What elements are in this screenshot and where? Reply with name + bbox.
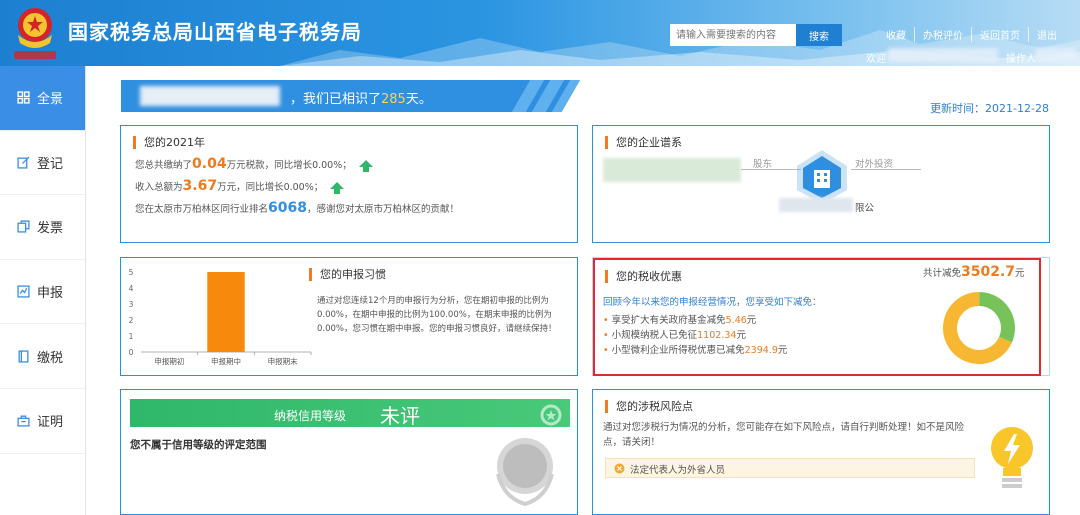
x-tick-label: 申报期初	[154, 356, 184, 366]
sidebar-item-label: 证明	[37, 415, 64, 431]
credit-label: 纳税信用等级	[274, 409, 347, 423]
site-title: 国家税务总局山西省电子税务局	[68, 20, 362, 44]
tax-paid-value: 0.04	[192, 156, 227, 172]
highlight-box	[593, 258, 1041, 376]
tax-paid-line: 您总共缴纳了0.04万元税款，同比增长0.00%；	[135, 156, 373, 172]
sidebar-item-certificate[interactable]: 证明	[0, 389, 85, 454]
y-tick-label: 2	[129, 316, 134, 325]
ranking-line: 您在太原市万柏林区同行业排名6068，感谢您对太原市万柏林区的贡献！	[135, 200, 459, 216]
redacted-operator	[1036, 48, 1076, 62]
search-input[interactable]	[670, 24, 796, 46]
banner-prefix: ，我们已相识了	[290, 92, 382, 107]
risk-point-card: 您的涉税风险点 通过对您涉税行为情况的分析，您可能存在如下风险点，请自行判断处理…	[592, 389, 1050, 515]
year-summary-card: 您的2021年 您总共缴纳了0.04万元税款，同比增长0.00%； 收入总额为3…	[120, 125, 578, 243]
up-arrow-icon	[358, 159, 373, 172]
sidebar-item-declare[interactable]: 申报	[0, 260, 85, 325]
home-link[interactable]: 返回首页	[971, 27, 1028, 42]
risk-item-text: 法定代表人为外省人员	[630, 465, 726, 476]
text: 万元税款，同比增长0.00%；	[226, 160, 352, 171]
company-suffix: 限公	[855, 203, 875, 214]
y-tick-label: 0	[129, 348, 134, 357]
risk-text-line: 通过对您涉税行为情况的分析，您可能存在如下风险点，请自行判断处理！如不是风险	[603, 422, 965, 433]
sidebar: 全景 登记 发票 申报 缴税 证明	[0, 66, 86, 515]
declare-habit-text: 通过对您连续12个月的申报行为分析，您在期初申报的比例为 0.00%，在期中申报…	[317, 294, 557, 336]
up-arrow-icon	[330, 181, 345, 194]
sidebar-item-label: 登记	[37, 156, 64, 172]
redacted-shareholder	[603, 158, 741, 182]
credit-rating-bar: 纳税信用等级 未评	[130, 399, 570, 428]
search-button[interactable]: 搜索	[796, 24, 842, 46]
sidebar-item-overview[interactable]: 全景	[0, 66, 85, 131]
sidebar-item-label: 全景	[37, 92, 64, 108]
credit-note: 您不属于信用等级的评定范围	[130, 439, 267, 451]
redacted-company-name	[779, 198, 853, 212]
declare-habit-line: 0.00%，在期中申报的比例为100.00%，在期末申报的比例为	[317, 310, 552, 320]
certificate-icon	[17, 415, 30, 427]
ranking-value: 6068	[268, 200, 307, 216]
edit-icon	[17, 156, 30, 169]
income-value: 3.67	[182, 178, 218, 194]
investment-label: 对外投资	[855, 159, 894, 170]
declare-habit-card: 0 1 2 3 4 5 申报期初 申报期中 申报期末 您的申报习惯 通过对您连续12个月的申报行…	[120, 257, 578, 376]
redacted-username	[888, 48, 998, 62]
operator-label: 操作人	[1006, 54, 1036, 65]
silver-medal-icon	[496, 438, 554, 507]
card-title: 您的2021年	[133, 136, 205, 149]
bar	[207, 272, 245, 352]
risk-text: 通过对您涉税行为情况的分析，您可能存在如下风险点，请自行判断处理！如不是风险 点…	[603, 420, 964, 450]
sidebar-item-label: 缴税	[37, 350, 64, 366]
x-tick-label: 申报期末	[268, 356, 298, 366]
declare-habit-line: 通过对您连续12个月的申报行为分析，您在期初申报的比例为	[317, 296, 549, 306]
lightbulb-icon	[991, 427, 1033, 488]
text: ，感谢您对太原市万柏林区的贡献！	[306, 204, 459, 215]
copy-icon	[17, 220, 30, 234]
text: 收入总额为	[135, 182, 183, 193]
grid-icon	[17, 91, 30, 104]
book-icon	[18, 350, 29, 363]
y-tick-label: 4	[129, 284, 134, 293]
credit-value: 未评	[380, 404, 420, 428]
text: 万元，同比增长0.00%；	[217, 182, 324, 193]
chart-line-icon	[17, 285, 30, 298]
close-circle-icon[interactable]	[614, 463, 625, 474]
income-line: 收入总额为3.67万元，同比增长0.00%；	[135, 178, 345, 194]
main-content: ，我们已相识了285天。 更新时间：2021-12-28 您的2021年 您总共…	[86, 66, 1080, 515]
sidebar-item-invoice[interactable]: 发票	[0, 195, 85, 260]
evaluate-link[interactable]: 办税评价	[914, 27, 971, 42]
sidebar-item-pay-tax[interactable]: 缴税	[0, 324, 85, 389]
top-links: 收藏 办税评价 返回首页 退出	[878, 27, 1065, 42]
national-tax-emblem-icon	[14, 8, 56, 59]
card-title: 您的涉税风险点	[605, 400, 693, 413]
y-tick-label: 5	[129, 268, 134, 277]
logout-link[interactable]: 退出	[1028, 27, 1065, 42]
banner-suffix: 天。	[405, 92, 432, 107]
text: 您总共缴纳了	[135, 160, 193, 171]
sidebar-item-label: 申报	[37, 286, 64, 302]
banner-text: ，我们已相识了285天。	[290, 88, 432, 107]
sidebar-item-register[interactable]: 登记	[0, 131, 85, 196]
banner-days: 285	[381, 92, 406, 107]
card-title: 您的企业谱系	[605, 136, 682, 149]
risk-text-line: 点，请关闭！	[603, 437, 661, 448]
favorite-link[interactable]: 收藏	[878, 27, 914, 42]
declare-bar-chart: 0 1 2 3 4 5 申报期初 申报期中 申报期末	[129, 268, 312, 366]
top-header: 国家税务总局山西省电子税务局 搜索 收藏 办税评价 返回首页 退出 欢迎 操作人	[0, 0, 1080, 66]
shareholder-label: 股东	[753, 159, 773, 170]
text: 您在太原市万柏林区同行业排名	[135, 204, 269, 215]
card-title: 您的申报习惯	[309, 268, 386, 281]
redacted-company-name	[140, 86, 280, 106]
risk-item[interactable]: 法定代表人为外省人员	[605, 458, 975, 478]
y-tick-label: 1	[129, 332, 134, 341]
medal-icon	[540, 404, 562, 426]
y-tick-label: 3	[129, 300, 134, 309]
enterprise-card: 您的企业谱系 股东 对外投资 限公	[592, 125, 1050, 243]
update-time: 更新时间：2021-12-28	[930, 102, 1049, 115]
welcome-label: 欢迎	[866, 54, 886, 65]
sidebar-item-label: 发票	[37, 221, 64, 237]
declare-habit-line: 0.00%，您习惯在期中申报。您的申报习惯良好，请继续保持！	[317, 324, 557, 334]
x-tick-label: 申报期中	[211, 356, 241, 366]
